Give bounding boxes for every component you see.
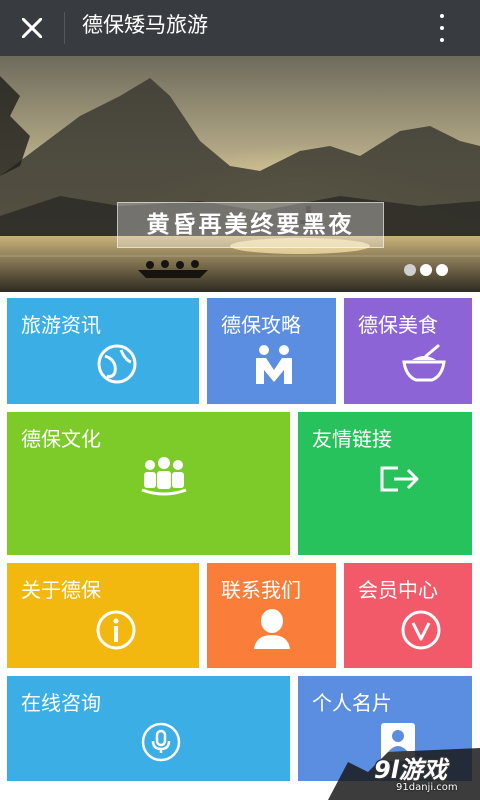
tile-contact[interactable]: 联系我们 [207, 563, 336, 668]
title-divider [64, 12, 65, 44]
link-arrow-icon [380, 466, 419, 492]
bowl-icon [402, 344, 446, 382]
globe-icon [97, 344, 137, 384]
close-button[interactable] [14, 10, 50, 46]
more-dot-icon [440, 38, 444, 42]
vip-icon [401, 610, 441, 650]
watermark-logo: 9l游戏 [374, 756, 447, 784]
tile-online-consult[interactable]: 在线咨询 [7, 676, 290, 781]
tile-label: 德保攻略 [221, 313, 301, 337]
tile-travel-guide[interactable]: 德保攻略 [207, 298, 336, 404]
tile-label: 德保文化 [21, 427, 101, 451]
tile-culture[interactable]: 德保文化 [7, 412, 290, 555]
tile-friend-links[interactable]: 友情链接 [298, 412, 472, 555]
tile-label: 在线咨询 [21, 691, 101, 715]
more-dot-icon [440, 26, 444, 30]
tile-label: 关于德保 [21, 578, 101, 602]
people-m-icon [256, 345, 292, 384]
tile-label: 个人名片 [312, 691, 392, 715]
carousel-indicators [404, 264, 452, 278]
tile-member-center[interactable]: 会员中心 [344, 563, 472, 668]
tile-label: 联系我们 [221, 578, 301, 602]
banner-image [0, 56, 480, 292]
tile-tourism-news[interactable]: 旅游资讯 [7, 298, 199, 404]
tile-label: 旅游资讯 [21, 313, 101, 337]
carousel-dot[interactable] [436, 264, 448, 276]
tile-label: 会员中心 [358, 578, 438, 602]
more-dot-icon [440, 14, 444, 18]
info-icon [96, 610, 136, 650]
carousel-dot-active[interactable] [420, 264, 432, 276]
watermark-url: 91danji.com [396, 782, 458, 793]
tile-local-food[interactable]: 德保美食 [344, 298, 472, 404]
page-title: 德保矮马旅游 [82, 13, 208, 37]
close-icon [22, 18, 42, 38]
tile-about[interactable]: 关于德保 [7, 563, 199, 668]
carousel-dot[interactable] [404, 264, 416, 276]
tile-label: 友情链接 [312, 427, 392, 451]
top-bar: 德保矮马旅游 [0, 0, 480, 56]
contact-icon [254, 609, 290, 649]
banner-carousel[interactable]: 黄昏再美终要黑夜 [0, 56, 480, 292]
tile-label: 德保美食 [358, 313, 438, 337]
group-icon [141, 457, 187, 496]
mic-icon [141, 722, 181, 762]
banner-caption: 黄昏再美终要黑夜 [117, 202, 384, 248]
more-menu-button[interactable] [424, 8, 460, 48]
watermark: 9l游戏 91danji.com [328, 742, 480, 800]
